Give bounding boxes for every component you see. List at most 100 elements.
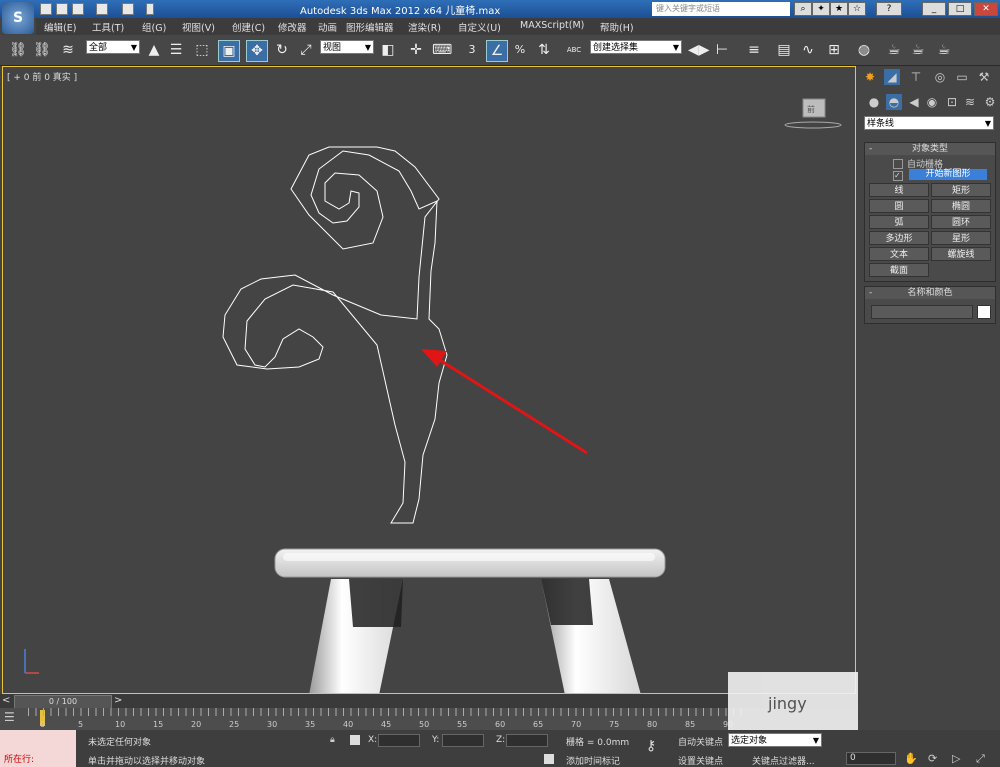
- minimize-button[interactable]: _: [922, 2, 946, 16]
- viewcube[interactable]: 前: [784, 98, 842, 129]
- menu-view[interactable]: 视图(V): [182, 20, 215, 34]
- field-of-view-icon[interactable]: ▷: [952, 752, 960, 765]
- maximize-viewport-icon[interactable]: ⤢: [976, 752, 985, 766]
- curve-editor-icon[interactable]: ∿: [798, 40, 818, 60]
- name-and-color-header[interactable]: - 名称和颜色: [865, 287, 995, 299]
- select-and-rotate-icon[interactable]: ↻: [272, 40, 292, 60]
- communication-center-icon[interactable]: ★: [830, 2, 848, 16]
- menu-rendering[interactable]: 渲染(R): [408, 20, 441, 34]
- selection-filter-dropdown[interactable]: 全部 ▼: [86, 40, 140, 54]
- select-object-icon[interactable]: ▲: [144, 40, 164, 60]
- save-file-icon[interactable]: [72, 3, 84, 15]
- rectangle-button[interactable]: 矩形: [931, 183, 991, 197]
- add-time-tag[interactable]: 添加时间标记: [566, 754, 620, 767]
- z-coordinate-field[interactable]: [506, 734, 548, 747]
- layer-manager-icon[interactable]: ≡: [744, 40, 764, 60]
- motion-tab-icon[interactable]: ◎: [932, 69, 948, 85]
- object-name-field[interactable]: [871, 305, 973, 319]
- mini-curve-editor-icon[interactable]: ☰: [4, 710, 22, 726]
- x-coordinate-field[interactable]: [378, 734, 420, 747]
- helpers-icon[interactable]: ⊡: [944, 94, 960, 110]
- select-and-manipulate-icon[interactable]: ✛: [406, 40, 426, 60]
- start-new-shape-button[interactable]: 开始新图形: [909, 169, 987, 180]
- start-new-shape-checkbox[interactable]: ✓: [893, 171, 903, 181]
- quick-access-dropdown-icon[interactable]: [146, 3, 154, 15]
- auto-grid-checkbox[interactable]: [893, 159, 903, 169]
- reference-coordinate-dropdown[interactable]: 视图 ▼: [320, 40, 374, 54]
- menu-graph-editors[interactable]: 图形编辑器: [346, 20, 394, 34]
- hierarchy-tab-icon[interactable]: ⊤: [908, 69, 924, 85]
- helix-button[interactable]: 螺旋线: [931, 247, 991, 261]
- stool-legs[interactable]: [309, 579, 641, 694]
- menu-create[interactable]: 创建(C): [232, 20, 265, 34]
- menu-edit[interactable]: 编辑(E): [44, 20, 76, 34]
- spline-backrest[interactable]: [222, 146, 448, 524]
- section-button[interactable]: 截面: [869, 263, 929, 277]
- material-editor-icon[interactable]: ◍: [854, 40, 874, 60]
- utilities-tab-icon[interactable]: ⚒: [976, 69, 992, 85]
- search-binoculars-icon[interactable]: ⌕: [794, 2, 812, 16]
- app-logo[interactable]: S: [2, 2, 34, 34]
- render-setup-icon[interactable]: ☕: [884, 40, 904, 60]
- subscription-key-icon[interactable]: ✦: [812, 2, 830, 16]
- redo-icon[interactable]: [122, 3, 134, 15]
- angle-snap-icon[interactable]: ∠: [486, 40, 508, 62]
- set-key-button[interactable]: 设置关键点: [678, 754, 723, 767]
- maxscript-listener[interactable]: 所在行:: [0, 730, 76, 767]
- stool-seat[interactable]: [274, 548, 666, 578]
- select-and-link-icon[interactable]: ⛓: [8, 40, 28, 60]
- search-input[interactable]: 键入关键字或短语: [652, 2, 790, 16]
- pivot-center-icon[interactable]: ◧: [378, 40, 398, 60]
- key-filters-button[interactable]: 关键点过滤器...: [752, 754, 815, 767]
- shapes-icon[interactable]: ◓: [886, 94, 902, 110]
- modify-tab-icon[interactable]: ◢: [884, 69, 900, 85]
- align-icon[interactable]: ⊢: [712, 40, 732, 60]
- menu-animation[interactable]: 动画: [318, 20, 337, 34]
- edit-named-selection-icon[interactable]: ABC: [564, 40, 584, 60]
- object-type-header[interactable]: - 对象类型: [865, 143, 995, 155]
- create-tab-icon[interactable]: ✸: [862, 69, 878, 85]
- window-crossing-icon[interactable]: ▣: [218, 40, 240, 62]
- y-coordinate-field[interactable]: [442, 734, 484, 747]
- rectangular-selection-icon[interactable]: ⬚: [192, 40, 212, 60]
- schematic-view-icon[interactable]: ⊞: [824, 40, 844, 60]
- key-selection-dropdown[interactable]: 选定对象 ▼: [728, 733, 822, 747]
- menu-help[interactable]: 帮助(H): [600, 20, 634, 34]
- set-key-icon[interactable]: ⚷: [646, 738, 656, 754]
- mirror-icon[interactable]: ◀▶: [688, 40, 710, 60]
- space-warps-icon[interactable]: ≋: [962, 94, 978, 110]
- keyboard-shortcut-override-icon[interactable]: ⌨: [432, 40, 452, 60]
- star-button[interactable]: 星形: [931, 231, 991, 245]
- time-slider-thumb[interactable]: 0 / 100: [14, 695, 112, 709]
- front-viewport[interactable]: [ + 0 前 0 真实 ] 前: [2, 66, 856, 694]
- select-and-scale-icon[interactable]: ⤢: [296, 40, 316, 60]
- line-button[interactable]: 线: [869, 183, 929, 197]
- unlink-selection-icon[interactable]: ⛓: [32, 40, 52, 60]
- category-dropdown[interactable]: 样条线 ▼: [864, 116, 994, 130]
- select-by-name-icon[interactable]: ☰: [166, 40, 186, 60]
- new-file-icon[interactable]: [40, 3, 52, 15]
- undo-icon[interactable]: [96, 3, 108, 15]
- arc-button[interactable]: 弧: [869, 215, 929, 229]
- current-frame-field[interactable]: 0: [846, 752, 896, 765]
- lock-selection-icon[interactable]: 🔒︎: [330, 735, 340, 745]
- menu-customize[interactable]: 自定义(U): [458, 20, 501, 34]
- spinner-snap-icon[interactable]: ⇅: [534, 40, 554, 60]
- maximize-button[interactable]: □: [948, 2, 972, 16]
- add-time-tag-icon[interactable]: [544, 754, 554, 764]
- cameras-icon[interactable]: ◉: [924, 94, 940, 110]
- donut-button[interactable]: 圆环: [931, 215, 991, 229]
- render-production-icon[interactable]: ☕: [934, 40, 954, 60]
- systems-icon[interactable]: ⚙: [982, 94, 998, 110]
- select-and-move-icon[interactable]: ✥: [246, 40, 268, 62]
- time-slider-next-icon[interactable]: >: [114, 695, 122, 706]
- snaps-toggle-icon[interactable]: 3: [462, 40, 482, 60]
- rendered-frame-window-icon[interactable]: ☕: [908, 40, 928, 60]
- text-button[interactable]: 文本: [869, 247, 929, 261]
- display-tab-icon[interactable]: ▭: [954, 69, 970, 85]
- orbit-icon[interactable]: ⟳: [928, 752, 937, 765]
- menu-tools[interactable]: 工具(T): [92, 20, 124, 34]
- graphite-toggle-icon[interactable]: ▤: [774, 40, 794, 60]
- named-selection-dropdown[interactable]: 创建选择集 ▼: [590, 40, 682, 54]
- menu-maxscript[interactable]: MAXScript(M): [520, 20, 584, 31]
